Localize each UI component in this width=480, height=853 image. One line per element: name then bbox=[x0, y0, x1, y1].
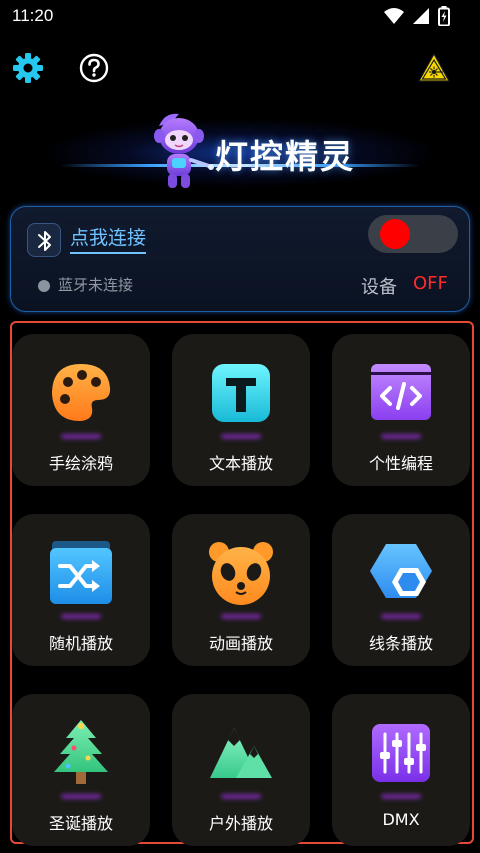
feature-label: 动画播放 bbox=[208, 634, 273, 653]
icon-glow bbox=[221, 794, 261, 799]
feature-tile-hand-draw[interactable]: 手绘涂鸦 bbox=[12, 334, 150, 486]
icon-glow bbox=[381, 794, 421, 799]
feature-label: 圣诞播放 bbox=[48, 814, 113, 833]
feature-tile-custom-program[interactable]: 个性编程 bbox=[332, 334, 470, 486]
status-bar: 11:20 bbox=[0, 0, 480, 34]
wifi-icon bbox=[384, 8, 404, 24]
status-icons bbox=[384, 6, 450, 26]
christmas-tree-icon bbox=[54, 720, 108, 784]
battery-icon bbox=[438, 6, 450, 26]
signal-icon bbox=[413, 8, 429, 24]
icon-glow bbox=[221, 434, 261, 439]
panda-icon bbox=[209, 542, 273, 605]
icon-glow bbox=[221, 614, 261, 619]
sliders-icon bbox=[372, 724, 430, 782]
toggle-knob bbox=[380, 219, 410, 249]
top-bar bbox=[0, 48, 480, 88]
code-window-icon bbox=[371, 364, 431, 420]
icon-glow bbox=[381, 614, 421, 619]
feature-label: 随机播放 bbox=[48, 634, 113, 653]
icon-glow bbox=[61, 794, 101, 799]
gear-icon[interactable] bbox=[12, 52, 44, 84]
icon-glow bbox=[381, 434, 421, 439]
shuffle-icon bbox=[50, 541, 112, 604]
icon-glow bbox=[61, 434, 101, 439]
feature-label: DMX bbox=[382, 810, 420, 829]
feature-tile-dmx[interactable]: DMX bbox=[332, 694, 470, 846]
feature-tile-text-play[interactable]: 文本播放 bbox=[172, 334, 310, 486]
feature-label: 文本播放 bbox=[208, 454, 273, 473]
feature-label: 线条播放 bbox=[368, 634, 433, 653]
palette-icon bbox=[52, 364, 111, 421]
bluetooth-status: 蓝牙未连接 bbox=[58, 276, 134, 294]
bluetooth-status-dot bbox=[38, 280, 50, 292]
device-state: OFF bbox=[413, 273, 448, 294]
feature-tile-random-play[interactable]: 随机播放 bbox=[12, 514, 150, 666]
device-label: 设备 bbox=[361, 277, 397, 298]
icon-glow bbox=[61, 614, 101, 619]
help-icon[interactable] bbox=[79, 53, 109, 83]
feature-label: 手绘涂鸦 bbox=[48, 454, 113, 473]
laser-warning-icon[interactable] bbox=[418, 53, 450, 83]
status-time: 11:20 bbox=[12, 6, 54, 25]
feature-tile-animation-play[interactable]: 动画播放 bbox=[172, 514, 310, 666]
hexagon-icon bbox=[370, 544, 432, 598]
bluetooth-icon bbox=[38, 231, 51, 251]
hero-banner: 灯控精灵 bbox=[0, 88, 480, 208]
feature-label: 个性编程 bbox=[368, 454, 433, 473]
feature-tile-christmas-play[interactable]: 圣诞播放 bbox=[12, 694, 150, 846]
feature-tile-line-play[interactable]: 线条播放 bbox=[332, 514, 470, 666]
feature-label: 户外播放 bbox=[208, 814, 273, 833]
mascot-icon bbox=[154, 113, 214, 188]
app-title: 灯控精灵 bbox=[215, 137, 355, 176]
feature-tile-outdoor-play[interactable]: 户外播放 bbox=[172, 694, 310, 846]
mountain-icon bbox=[210, 728, 272, 778]
device-power-toggle[interactable] bbox=[368, 215, 458, 253]
connection-card: 点我连接 蓝牙未连接 设备 OFF bbox=[10, 206, 470, 312]
text-t-icon bbox=[212, 364, 270, 422]
connect-link[interactable]: 点我连接 bbox=[70, 223, 147, 254]
bluetooth-button[interactable] bbox=[27, 223, 61, 257]
